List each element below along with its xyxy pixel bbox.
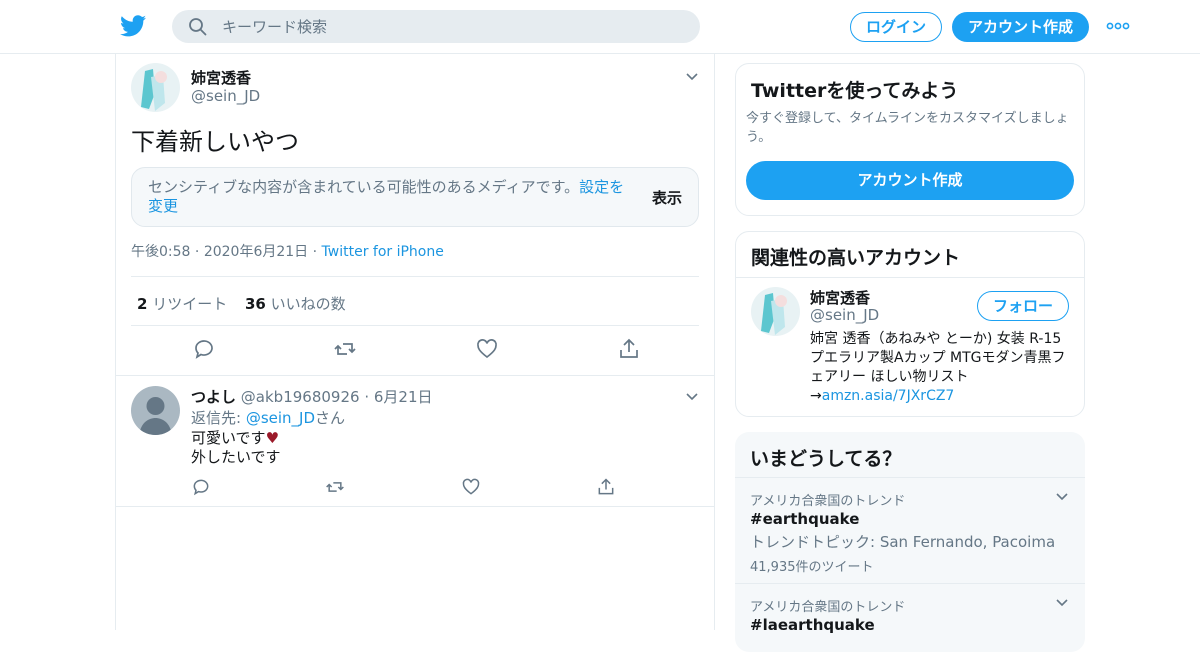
retweet-icon[interactable] xyxy=(333,337,357,361)
chevron-down-icon[interactable] xyxy=(1055,492,1069,502)
replying-to: 返信先: @sein_JDさん xyxy=(191,409,346,427)
heart-emoji: ♥ xyxy=(265,429,280,447)
show-media-button[interactable]: 表示 xyxy=(652,187,682,208)
related-card-title: 関連性の高いアカウント xyxy=(751,247,961,269)
trend-item[interactable]: アメリカ合衆国のトレンド #earthquake トレンドトピック: San F… xyxy=(735,477,1085,583)
author-display-name[interactable]: 姉宮透香 xyxy=(191,67,251,88)
search-icon xyxy=(189,18,207,36)
trend-hashtag[interactable]: #laearthquake xyxy=(750,616,875,634)
trends-card-title: いまどうしてる？ xyxy=(750,448,902,470)
related-display-name[interactable]: 姉宮透香 xyxy=(810,287,870,308)
trend-context: アメリカ合衆国のトレンド xyxy=(750,494,906,509)
follow-button[interactable]: フォロー xyxy=(977,291,1069,321)
trends-card: いまどうしてる？ アメリカ合衆国のトレンド #earthquake トレンドトピ… xyxy=(735,432,1085,652)
tweet-source[interactable]: Twitter for iPhone xyxy=(322,244,444,260)
trend-item[interactable]: アメリカ合衆国のトレンド #laearthquake xyxy=(735,583,1085,652)
like-stat[interactable]: 36 いいねの数 xyxy=(245,293,346,314)
search-box[interactable] xyxy=(172,10,700,43)
share-icon[interactable] xyxy=(617,337,641,361)
tweet-text: 下着新しいやつ xyxy=(131,128,299,156)
tweet-actions xyxy=(131,337,699,367)
top-bar: ログイン アカウント作成 xyxy=(0,0,1200,54)
author-handle[interactable]: @sein_JD xyxy=(191,87,260,105)
reply-display-name[interactable]: つよし xyxy=(191,388,236,406)
related-bio: 姉宮 透香（あねみや とーか) 女装 R-15 プエラリア製Aカップ MTGモダ… xyxy=(810,331,1066,404)
search-input[interactable] xyxy=(222,10,682,43)
reply-text: 可愛いです♥ 外したいです xyxy=(191,429,281,466)
retweet-stat[interactable]: 2 リツイート xyxy=(137,293,227,314)
reply-icon[interactable] xyxy=(192,337,216,361)
like-icon[interactable] xyxy=(475,337,499,361)
reply-date[interactable]: 6月21日 xyxy=(374,388,433,406)
retweet-icon[interactable] xyxy=(325,477,345,497)
reply-icon[interactable] xyxy=(191,477,211,497)
main-column: 姉宮透香 @sein_JD 下着新しいやつ センシティブな内容が含まれている可能… xyxy=(115,54,715,630)
chevron-down-icon[interactable] xyxy=(685,392,699,402)
author-avatar[interactable] xyxy=(131,63,180,112)
trend-hashtag[interactable]: #earthquake xyxy=(750,510,859,528)
reply-header: つよし @akb19680926 · 6月21日 xyxy=(191,388,433,406)
chevron-down-icon[interactable] xyxy=(1055,598,1069,608)
divider xyxy=(116,506,714,507)
signup-button[interactable]: アカウント作成 xyxy=(952,12,1089,42)
reply-handle[interactable]: @akb19680926 xyxy=(241,388,360,406)
divider xyxy=(736,277,1084,278)
tweet-time[interactable]: 午後0:58 xyxy=(131,244,190,260)
like-icon[interactable] xyxy=(461,477,481,497)
share-icon[interactable] xyxy=(596,477,616,497)
signup-card-title: Twitterを使ってみよう xyxy=(751,80,959,102)
tweet-date[interactable]: 2020年6月21日 xyxy=(204,244,308,260)
trend-topic: トレンドトピック: San Fernando, Pacoima xyxy=(750,533,1056,551)
signup-card: Twitterを使ってみよう 今すぐ登録して、タイムラインをカスタマイズしましょ… xyxy=(735,63,1085,216)
chevron-down-icon[interactable] xyxy=(685,72,699,82)
tweet-stats: 2 リツイート 36 いいねの数 xyxy=(131,276,699,326)
replying-to-handle[interactable]: @sein_JD xyxy=(246,409,315,427)
sensitive-message: センシティブな内容が含まれている可能性のあるメディアです。設定を変更 xyxy=(148,178,625,215)
related-avatar[interactable] xyxy=(751,287,800,336)
twitter-bird-icon[interactable] xyxy=(120,14,146,38)
sensitive-media-notice: センシティブな内容が含まれている可能性のあるメディアです。設定を変更 表示 xyxy=(131,167,699,227)
reply-actions xyxy=(191,477,631,497)
signup-card-description: 今すぐ登録して、タイムラインをカスタマイズしましょう。 xyxy=(746,111,1069,145)
trend-context: アメリカ合衆国のトレンド xyxy=(750,600,906,615)
related-accounts-card: 関連性の高いアカウント 姉宮透香 @sein_JD フォロー 姉宮 透香（あねみ… xyxy=(735,231,1085,417)
related-handle[interactable]: @sein_JD xyxy=(810,306,879,324)
tweet-metadata: 午後0:58 · 2020年6月21日 · Twitter for iPhone xyxy=(131,244,444,260)
reply-avatar[interactable] xyxy=(131,386,180,435)
bio-link[interactable]: amzn.asia/7JXrCZ7 xyxy=(822,388,955,404)
trend-count: 41,935件のツイート xyxy=(750,560,874,575)
divider xyxy=(116,375,714,376)
login-button[interactable]: ログイン xyxy=(850,12,942,42)
signup-card-button[interactable]: アカウント作成 xyxy=(746,161,1074,200)
more-options-icon[interactable] xyxy=(1106,22,1130,30)
